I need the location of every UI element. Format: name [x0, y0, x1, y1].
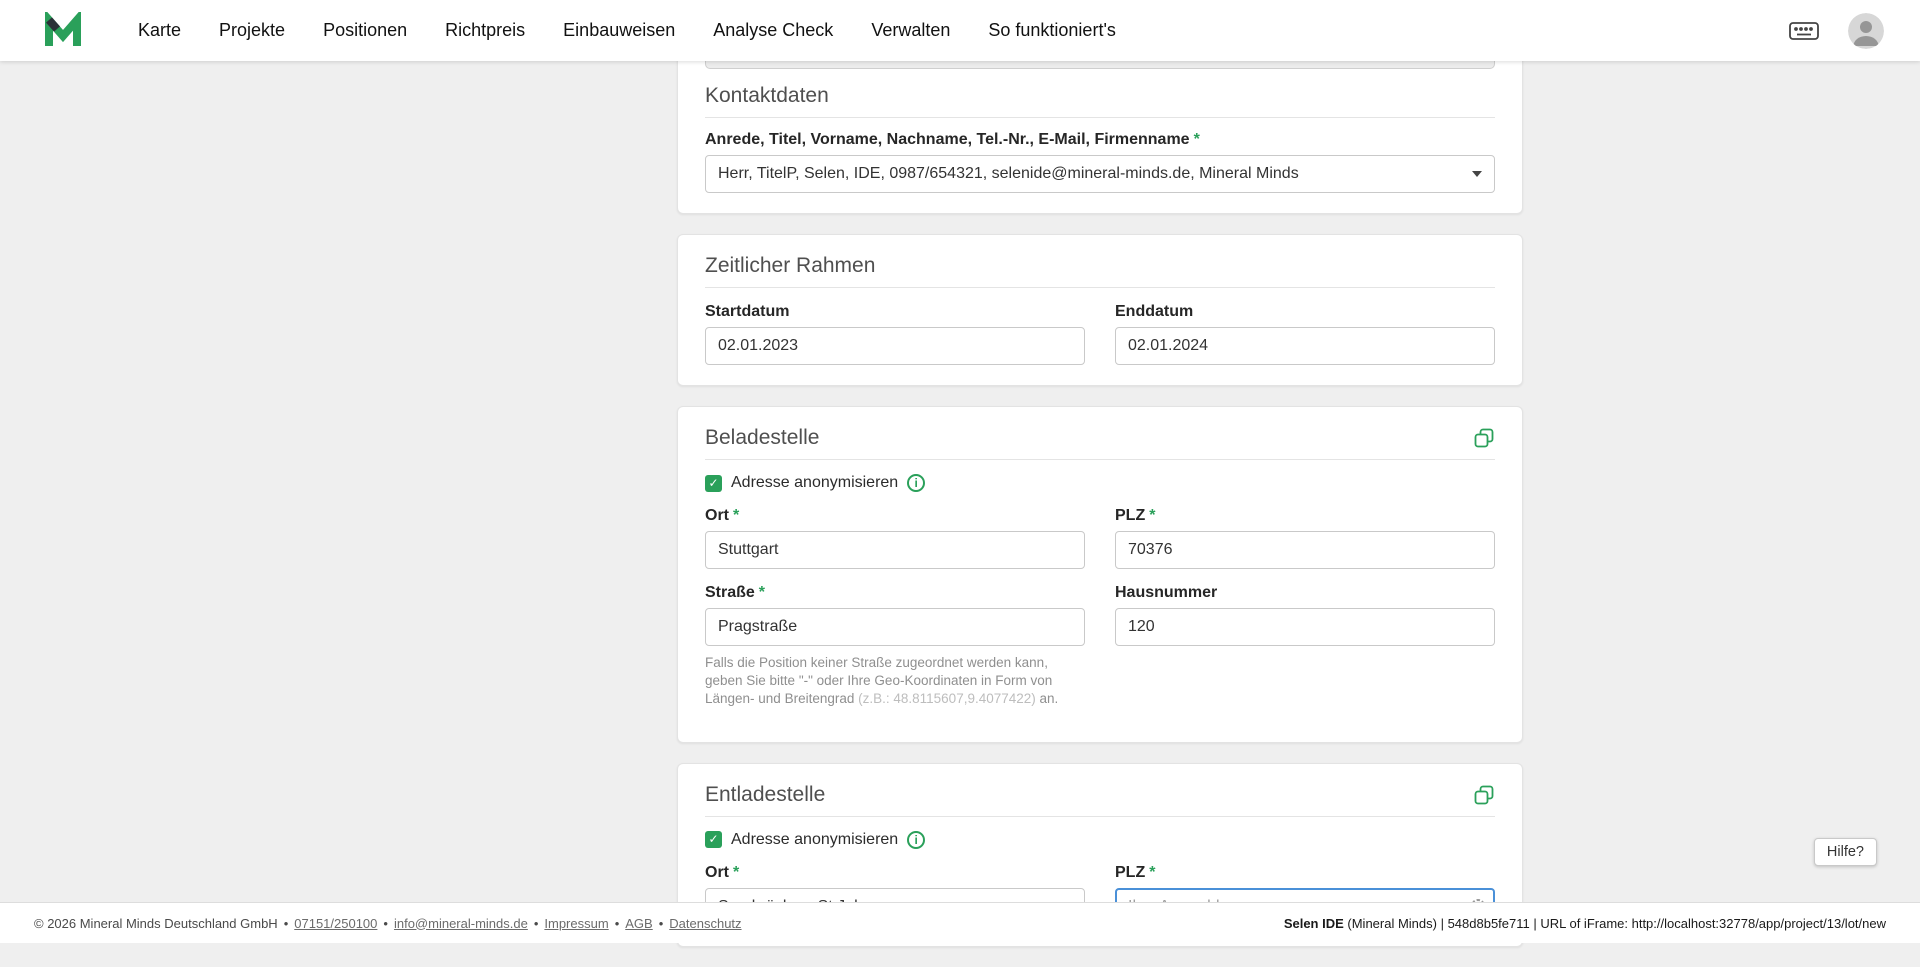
- timeframe-card: Zeitlicher Rahmen Startdatum Enddatum: [677, 234, 1523, 386]
- info-icon[interactable]: i: [907, 474, 925, 492]
- divider: [705, 459, 1495, 460]
- help-button[interactable]: Hilfe?: [1814, 838, 1877, 866]
- helper-coords: (z.B.: 48.8115607,9.4077422): [858, 691, 1036, 706]
- ort-label: Ort*: [705, 863, 1085, 882]
- separator: •: [284, 916, 289, 931]
- timeframe-card-title: Zeitlicher Rahmen: [705, 253, 1495, 279]
- entladestelle-card-title: Entladestelle: [705, 782, 825, 808]
- hausnummer-input[interactable]: [1115, 608, 1495, 646]
- nav-item-karte[interactable]: Karte: [138, 20, 181, 41]
- info-glyph: i: [915, 833, 918, 847]
- anonymize-label: Adresse anonymisieren: [731, 474, 898, 492]
- phone-link[interactable]: 07151/250100: [294, 916, 377, 931]
- hausnummer-field: Hausnummer: [1115, 583, 1495, 722]
- terminal-icon[interactable]: [1788, 18, 1820, 44]
- nav-item-projekte[interactable]: Projekte: [219, 20, 285, 41]
- required-asterisk: *: [733, 507, 739, 524]
- separator: •: [383, 916, 388, 931]
- check-icon: ✓: [708, 475, 718, 492]
- nav-item-analyse-check[interactable]: Analyse Check: [713, 20, 833, 41]
- nav-item-richtpreis[interactable]: Richtpreis: [445, 20, 525, 41]
- hausnummer-label: Hausnummer: [1115, 583, 1495, 602]
- required-asterisk: *: [759, 584, 765, 601]
- main-nav: Karte Projekte Positionen Richtpreis Ein…: [138, 20, 1116, 41]
- required-asterisk: *: [1149, 864, 1155, 881]
- contact-card-title: Kontaktdaten: [705, 83, 1495, 109]
- divider: [705, 287, 1495, 288]
- ort-label-text: Ort: [705, 864, 729, 881]
- nav-item-so-funktionierts[interactable]: So funktioniert's: [988, 20, 1116, 41]
- helper-suffix: an.: [1036, 691, 1059, 706]
- contact-select[interactable]: Herr, TitelP, Selen, IDE, 0987/654321, s…: [705, 155, 1495, 193]
- nav-item-einbauweisen[interactable]: Einbauweisen: [563, 20, 675, 41]
- strasse-input[interactable]: [705, 608, 1085, 646]
- check-icon: ✓: [708, 831, 718, 848]
- strasse-label: Straße*: [705, 583, 1085, 602]
- startdatum-label: Startdatum: [705, 302, 1085, 321]
- divider: [705, 816, 1495, 817]
- footer-info-rest: (Mineral Minds) | 548d8b5fe711 | URL of …: [1344, 916, 1886, 931]
- strasse-helper-text: Falls die Position keiner Straße zugeord…: [705, 654, 1085, 708]
- enddatum-label: Enddatum: [1115, 302, 1495, 321]
- top-navbar: Karte Projekte Positionen Richtpreis Ein…: [0, 0, 1920, 61]
- anonymize-checkbox[interactable]: ✓: [705, 475, 722, 492]
- email-link[interactable]: info@mineral-minds.de: [394, 916, 528, 931]
- plz-label-text: PLZ: [1115, 507, 1145, 524]
- plz-label-text: PLZ: [1115, 864, 1145, 881]
- datenschutz-link[interactable]: Datenschutz: [669, 916, 741, 931]
- anonymize-checkbox[interactable]: ✓: [705, 831, 722, 848]
- required-asterisk: *: [1194, 131, 1200, 148]
- startdatum-field: Startdatum: [705, 302, 1085, 365]
- separator: •: [659, 916, 664, 931]
- enddatum-field: Enddatum: [1115, 302, 1495, 365]
- strasse-label-text: Straße: [705, 584, 755, 601]
- footer: © 2026 Mineral Minds Deutschland GmbH • …: [0, 902, 1920, 943]
- divider: [705, 117, 1495, 118]
- separator: •: [534, 916, 539, 931]
- required-asterisk: *: [1149, 507, 1155, 524]
- contact-select-label: Anrede, Titel, Vorname, Nachname, Tel.-N…: [705, 130, 1495, 149]
- nav-item-verwalten[interactable]: Verwalten: [871, 20, 950, 41]
- chevron-down-icon: [1472, 171, 1482, 177]
- info-icon[interactable]: i: [907, 831, 925, 849]
- contact-select-value: Herr, TitelP, Selen, IDE, 0987/654321, s…: [718, 165, 1299, 183]
- ort-label: Ort*: [705, 506, 1085, 525]
- startdatum-input[interactable]: [705, 327, 1085, 365]
- required-asterisk: *: [733, 864, 739, 881]
- ort-input-beladestelle[interactable]: [705, 531, 1085, 569]
- plz-label: PLZ*: [1115, 863, 1495, 882]
- footer-info-bold: Selen IDE: [1284, 916, 1344, 931]
- ort-label-text: Ort: [705, 507, 729, 524]
- beladestelle-card: Beladestelle ✓ Adresse anonymisieren i O…: [677, 406, 1523, 743]
- mineral-minds-logo[interactable]: [44, 12, 88, 50]
- contact-select-label-text: Anrede, Titel, Vorname, Nachname, Tel.-N…: [705, 131, 1190, 148]
- copy-icon[interactable]: [1473, 784, 1495, 806]
- nav-item-positionen[interactable]: Positionen: [323, 20, 407, 41]
- anonymize-label: Adresse anonymisieren: [731, 831, 898, 849]
- enddatum-input[interactable]: [1115, 327, 1495, 365]
- user-avatar[interactable]: [1848, 13, 1884, 49]
- agb-link[interactable]: AGB: [625, 916, 652, 931]
- separator: •: [615, 916, 620, 931]
- beladestelle-card-title: Beladestelle: [705, 425, 819, 451]
- plz-input-beladestelle[interactable]: [1115, 531, 1495, 569]
- plz-label: PLZ*: [1115, 506, 1495, 525]
- strasse-field: Straße* Falls die Position keiner Straße…: [705, 583, 1085, 722]
- footer-info: Selen IDE (Mineral Minds) | 548d8b5fe711…: [1284, 916, 1886, 931]
- navbar-right: [1788, 13, 1884, 49]
- form-content: Kontaktdaten Anrede, Titel, Vorname, Nac…: [677, 0, 1523, 967]
- contact-field: Anrede, Titel, Vorname, Nachname, Tel.-N…: [705, 130, 1495, 193]
- ort-field-beladestelle: Ort*: [705, 506, 1085, 569]
- info-glyph: i: [915, 476, 918, 490]
- impressum-link[interactable]: Impressum: [544, 916, 608, 931]
- footer-left: © 2026 Mineral Minds Deutschland GmbH • …: [34, 916, 742, 931]
- plz-field-beladestelle: PLZ*: [1115, 506, 1495, 569]
- copyright-text: © 2026 Mineral Minds Deutschland GmbH: [34, 916, 278, 931]
- copy-icon[interactable]: [1473, 427, 1495, 449]
